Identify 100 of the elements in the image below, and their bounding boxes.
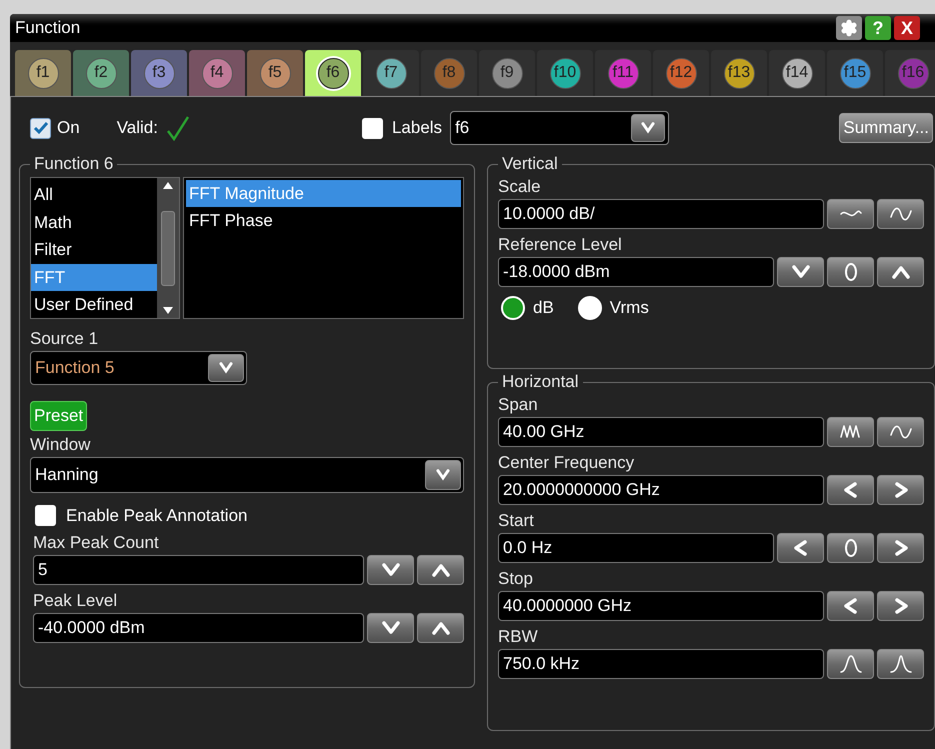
tab-badge: f16 — [898, 58, 928, 88]
stepper-button[interactable] — [417, 612, 464, 642]
list-item[interactable]: User Defined — [31, 291, 157, 318]
stepper-button[interactable] — [877, 257, 924, 287]
tab-badge: f3 — [144, 58, 174, 88]
dropdown-button[interactable] — [208, 354, 244, 382]
function-tab[interactable]: f7 — [363, 50, 419, 96]
stepper-button[interactable] — [877, 417, 924, 447]
input-field[interactable]: 20.0000000000 GHz — [498, 475, 824, 505]
stepper-button[interactable] — [877, 591, 924, 621]
input-field[interactable]: 10.0000 dB/ — [498, 199, 824, 229]
tab-badge: f5 — [260, 58, 290, 88]
close-button[interactable]: X — [894, 16, 920, 40]
field-label: Start — [498, 510, 535, 532]
window-select[interactable]: Hanning — [30, 457, 464, 493]
chevron-down-icon — [217, 360, 235, 376]
checkbox[interactable] — [35, 505, 56, 526]
stepper-button[interactable] — [827, 649, 874, 679]
tab-badge: f6 — [318, 58, 348, 88]
flat-wave-icon — [838, 209, 862, 219]
help-button[interactable]: ? — [865, 16, 891, 40]
function-tab[interactable]: f10 — [537, 50, 593, 96]
checkbox[interactable] — [362, 118, 383, 138]
input-field[interactable]: -40.0000 dBm — [33, 612, 364, 642]
list-item[interactable]: FFT Phase — [186, 207, 461, 234]
tab-badge: f4 — [202, 58, 232, 88]
summary-button[interactable]: Summary... — [839, 113, 933, 143]
stepper-button[interactable] — [827, 257, 874, 287]
scrollbar-thumb[interactable] — [161, 210, 175, 286]
function-tab[interactable]: f11 — [595, 50, 651, 96]
dropdown-button[interactable] — [631, 114, 666, 142]
stepper-button[interactable] — [777, 533, 824, 563]
checkbox-label: Enable Peak Annotation — [66, 505, 248, 527]
tab-badge: f11 — [608, 58, 638, 88]
wide-peak-icon — [838, 653, 862, 675]
input-field[interactable]: -18.0000 dBm — [498, 257, 774, 287]
tab-badge: f12 — [666, 58, 696, 88]
tab-badge: f14 — [782, 58, 812, 88]
group-title: Function 6 — [33, 153, 114, 175]
group-title: Vertical — [501, 153, 559, 175]
field-label: RBW — [498, 626, 539, 648]
input-field[interactable]: 40.00 GHz — [498, 417, 824, 447]
tab-badge: f7 — [376, 58, 406, 88]
function-tab[interactable]: f15 — [827, 50, 883, 96]
stepper-button[interactable] — [827, 591, 874, 621]
field-label: Span — [498, 394, 539, 416]
function-tab[interactable]: f2 — [73, 50, 129, 96]
list-item[interactable]: Filter — [31, 236, 157, 264]
stepper-button[interactable] — [877, 533, 924, 563]
radio-button[interactable] — [578, 296, 602, 320]
function-tab[interactable]: f1 — [15, 50, 71, 96]
function-tab[interactable]: f4 — [189, 50, 245, 96]
stepper-button[interactable] — [367, 612, 414, 642]
checkbox-label: Labels — [392, 117, 442, 140]
check-icon — [166, 115, 190, 141]
list-item[interactable]: Math — [31, 208, 157, 236]
valid-label: Valid: — [116, 117, 158, 140]
list-item[interactable]: FFT Magnitude — [186, 180, 461, 207]
settings-button[interactable] — [836, 16, 862, 40]
field-label: Stop — [498, 568, 534, 590]
select-value: f6 — [455, 117, 470, 140]
tab-badge: f15 — [840, 58, 870, 88]
tab-badge: f2 — [86, 58, 116, 88]
function-tab[interactable]: f13 — [711, 50, 767, 96]
list-item[interactable]: All — [31, 181, 157, 208]
preset-button[interactable]: Preset — [30, 401, 88, 431]
radio-button[interactable] — [501, 296, 525, 320]
checkbox-label: On — [57, 117, 80, 140]
input-field[interactable]: 750.0 kHz — [498, 649, 824, 679]
stepper-button[interactable] — [827, 199, 874, 229]
tab-badge: f9 — [492, 58, 522, 88]
stepper-button[interactable] — [877, 475, 924, 505]
input-field[interactable]: 0.0 Hz — [498, 533, 774, 563]
function-tab[interactable]: f9 — [479, 50, 535, 96]
stepper-button[interactable] — [827, 533, 874, 563]
field-label: Source 1 — [30, 328, 100, 350]
input-field[interactable]: 40.0000000 GHz — [498, 591, 824, 621]
scroll-down-icon — [162, 306, 174, 316]
label-select[interactable]: f6 — [450, 111, 670, 145]
function-tab[interactable]: f5 — [247, 50, 303, 96]
function-tab[interactable]: f6 — [305, 50, 361, 96]
stepper-button[interactable] — [777, 257, 824, 287]
stepper-button[interactable] — [827, 417, 874, 447]
stepper-button[interactable] — [367, 554, 414, 584]
input-field[interactable]: 5 — [33, 554, 364, 584]
function-tab[interactable]: f14 — [769, 50, 825, 96]
function-tab[interactable]: f12 — [653, 50, 709, 96]
function-tab[interactable]: f3 — [131, 50, 187, 96]
stepper-button[interactable] — [417, 554, 464, 584]
checkbox[interactable] — [30, 118, 51, 138]
source-select[interactable]: Function 5 — [30, 351, 247, 385]
stepper-button[interactable] — [877, 199, 924, 229]
list-item[interactable]: FFT — [31, 264, 157, 291]
stepper-button[interactable] — [827, 475, 874, 505]
radio-label: Vrms — [610, 297, 649, 319]
scrollbar[interactable] — [157, 178, 179, 318]
field-label: Scale — [498, 176, 542, 198]
field-label: Max Peak Count — [33, 532, 160, 554]
stepper-button[interactable] — [877, 649, 924, 679]
dropdown-button[interactable] — [425, 460, 461, 490]
